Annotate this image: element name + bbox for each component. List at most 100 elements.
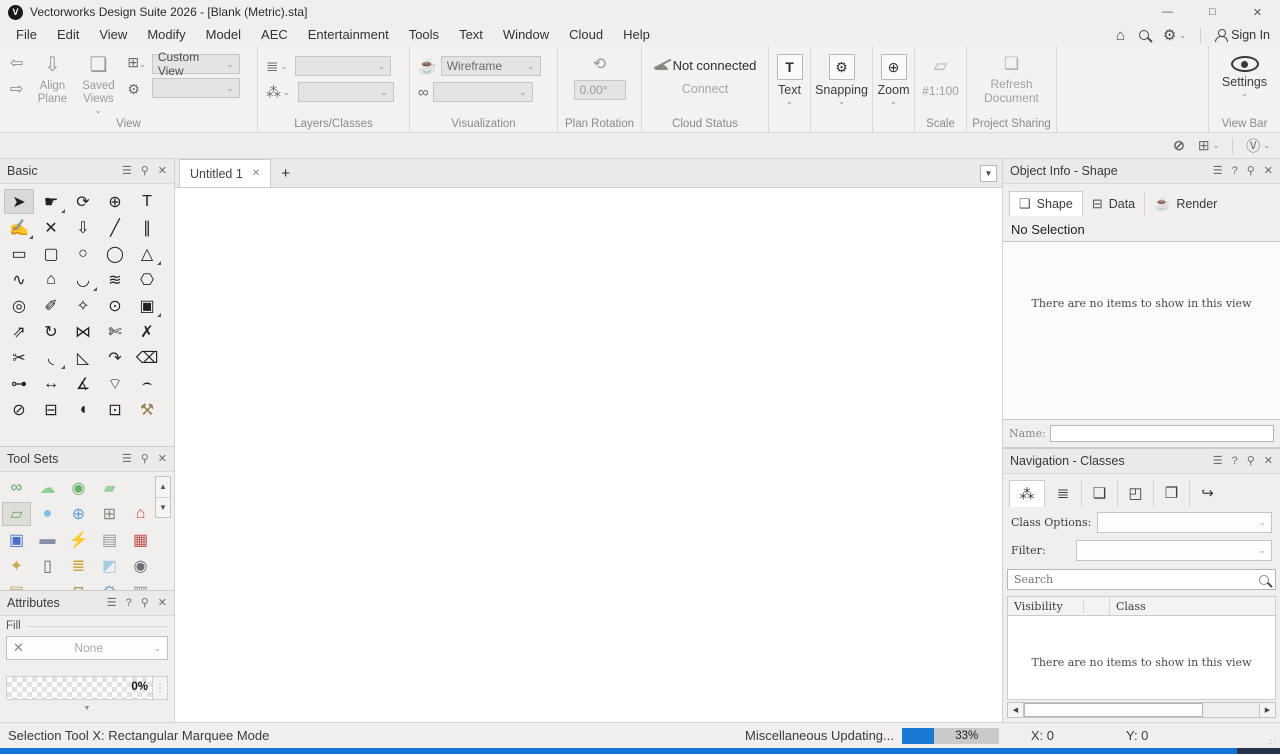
tab-close-icon[interactable]: ✕ [252, 168, 260, 179]
send-to-surface-tool[interactable]: ⇩ [68, 215, 98, 240]
toolset-av-monitor[interactable]: ▣ [2, 528, 31, 552]
polyline-tool[interactable]: ◡ [68, 267, 98, 292]
intersect-tool[interactable]: ✗ [132, 319, 162, 344]
scrollbar-thumb[interactable] [1024, 703, 1203, 717]
chevron-down-icon[interactable]: ⌄ [838, 97, 845, 106]
pan-tool[interactable]: ☛ [36, 189, 66, 214]
class-options-dropdown[interactable]: ⌄ [1097, 512, 1272, 533]
maximize-button[interactable]: □ [1190, 0, 1235, 24]
chamfer-tool[interactable]: ◺ [68, 345, 98, 370]
scroll-down-icon[interactable]: ▼ [156, 498, 170, 518]
menu-hamburger-icon[interactable]: ☰ [1213, 165, 1223, 177]
surface-tool[interactable]: ≋ [100, 267, 130, 292]
menu-model[interactable]: Model [196, 24, 251, 46]
arc-dimension-tool[interactable]: ⌢ [132, 371, 162, 396]
toolset-window-glass[interactable]: ◩ [95, 554, 124, 578]
polygon-tool[interactable]: ⌂ [36, 267, 66, 292]
stamp-tool[interactable]: ⊡ [100, 397, 130, 422]
toolset-power-connector[interactable]: ⚡ [64, 528, 93, 552]
tape-measure-tool[interactable]: ⊟ [36, 397, 66, 422]
nav-tab-design-layers[interactable]: ≣ [1045, 480, 1081, 507]
home-icon[interactable]: ⌂ [1116, 27, 1125, 44]
drawing-canvas[interactable] [175, 188, 1002, 722]
tab-shape[interactable]: ❑ Shape [1009, 191, 1083, 216]
rotate-tool[interactable]: ↻ [36, 319, 66, 344]
menu-text[interactable]: Text [449, 24, 493, 46]
regular-polygon-tool[interactable]: ⎔ [132, 267, 162, 292]
toolset-camera[interactable]: ◉ [126, 554, 155, 578]
close-button[interactable]: ✕ [1235, 0, 1280, 24]
chevron-down-icon[interactable]: ⌄ [786, 97, 793, 106]
opacity-slider[interactable]: 0% [7, 677, 152, 699]
extend-tool[interactable]: ↷ [100, 345, 130, 370]
radial-dimension-tool[interactable]: ⌔ [100, 371, 130, 396]
move-by-points-tool[interactable]: ⇗ [4, 319, 34, 344]
menu-hamburger-icon[interactable]: ☰ [107, 597, 117, 609]
menu-edit[interactable]: Edit [47, 24, 89, 46]
resize-grip[interactable]: .:: [1267, 737, 1277, 746]
arc-tool[interactable]: △ [132, 241, 162, 266]
toolset-site-marker[interactable]: ◉ [64, 476, 93, 500]
toolset-work-light[interactable]: ✦ [2, 554, 31, 578]
help-icon[interactable]: ? [1232, 165, 1238, 177]
circle-tool[interactable]: ○ [68, 241, 98, 266]
toolset-massing-cloud[interactable]: ☁ [33, 476, 62, 500]
scroll-up-icon[interactable]: ▲ [156, 477, 170, 498]
opacity-menu-button[interactable]: ⋮ [152, 677, 167, 699]
menu-file[interactable]: File [6, 24, 47, 46]
connect-combine-tool[interactable]: ⊶ [4, 371, 34, 396]
toolset-piping[interactable]: ▥ [126, 580, 155, 590]
angle-dimension-tool[interactable]: ∡ [68, 371, 98, 396]
toolset-crate[interactable]: ▤ [2, 580, 31, 590]
toolset-machinery[interactable]: ⚙ [95, 580, 124, 590]
fill-style-dropdown[interactable]: ✕ None ⌄ [6, 636, 168, 660]
menu-hamburger-icon[interactable]: ☰ [122, 453, 132, 465]
toolset-flashlight[interactable]: ▬ [33, 528, 62, 552]
render-mode-dropdown[interactable]: Wireframe ⌄ [440, 56, 541, 76]
view-back-button[interactable]: ⇦ [10, 56, 23, 72]
settings-gear-icon[interactable]: ⚙ ⌄ [1163, 26, 1186, 44]
delete-tool[interactable]: ✕ [36, 215, 66, 240]
view-projection-dropdown[interactable]: ⌄ [151, 78, 240, 98]
classes-icon[interactable]: ⁂ [266, 83, 281, 101]
select-similar-tool[interactable]: ⊙ [100, 293, 130, 318]
filter-dropdown[interactable]: ⌄ [1075, 540, 1272, 561]
layers-icon[interactable]: ≣ [266, 57, 279, 75]
new-tab-button[interactable]: + [281, 165, 290, 182]
nav-tab-references[interactable]: ↪ [1189, 479, 1225, 507]
class-search-box[interactable] [1007, 569, 1276, 590]
mirror-tool[interactable]: ⋈ [68, 319, 98, 344]
toolset-cable-bundle[interactable]: ≣ [64, 554, 93, 578]
toolset-table[interactable]: ⊓ [64, 580, 93, 590]
tool-sets-scrollbar[interactable]: ▲ ▼ [155, 476, 171, 518]
close-icon[interactable]: ✕ [1264, 165, 1273, 177]
nav-tab-saved-views[interactable]: ❐ [1153, 479, 1189, 507]
nav-tab-sheet-layers[interactable]: ❏ [1081, 479, 1117, 507]
scroll-right-icon[interactable]: ▶ [1259, 703, 1275, 717]
menu-cloud[interactable]: Cloud [559, 24, 613, 46]
help-icon[interactable]: ? [1232, 455, 1238, 467]
column-header-visibility[interactable]: Visibility [1008, 599, 1084, 613]
trim-tool[interactable]: ✄ [100, 319, 130, 344]
column-header-class[interactable]: Class [1110, 600, 1152, 613]
layer-dropdown[interactable]: ⌄ [295, 56, 392, 76]
spiral-tool[interactable]: ◎ [4, 293, 34, 318]
pin-icon[interactable]: ⚲ [1247, 455, 1255, 467]
diameter-dimension-tool[interactable]: ⊘ [4, 397, 34, 422]
zoom-tool[interactable]: ⊕ [100, 189, 130, 214]
toolset-connect-nodes[interactable]: ∞ [2, 476, 31, 500]
eraser-tool[interactable]: ⌫ [132, 345, 162, 370]
scale-value[interactable]: #1:100 [922, 84, 959, 98]
search-icon[interactable] [1138, 30, 1149, 40]
view-cube-settings-icon[interactable]: ⚙ [127, 81, 145, 98]
view-pane-grid-icon[interactable]: ⊞⌄ [127, 54, 145, 71]
close-icon[interactable]: ✕ [158, 165, 167, 177]
attributes-expander[interactable]: ▼ [6, 702, 168, 714]
minimize-button[interactable]: — [1145, 0, 1190, 24]
toolset-roadway[interactable]: ▰ [95, 476, 124, 500]
help-icon[interactable]: ? [126, 597, 132, 609]
rectangle-tool[interactable]: ▭ [4, 241, 34, 266]
menu-aec[interactable]: AEC [251, 24, 298, 46]
pin-icon[interactable]: ⚲ [141, 597, 149, 609]
view-bar-settings-label[interactable]: Settings [1222, 75, 1267, 89]
